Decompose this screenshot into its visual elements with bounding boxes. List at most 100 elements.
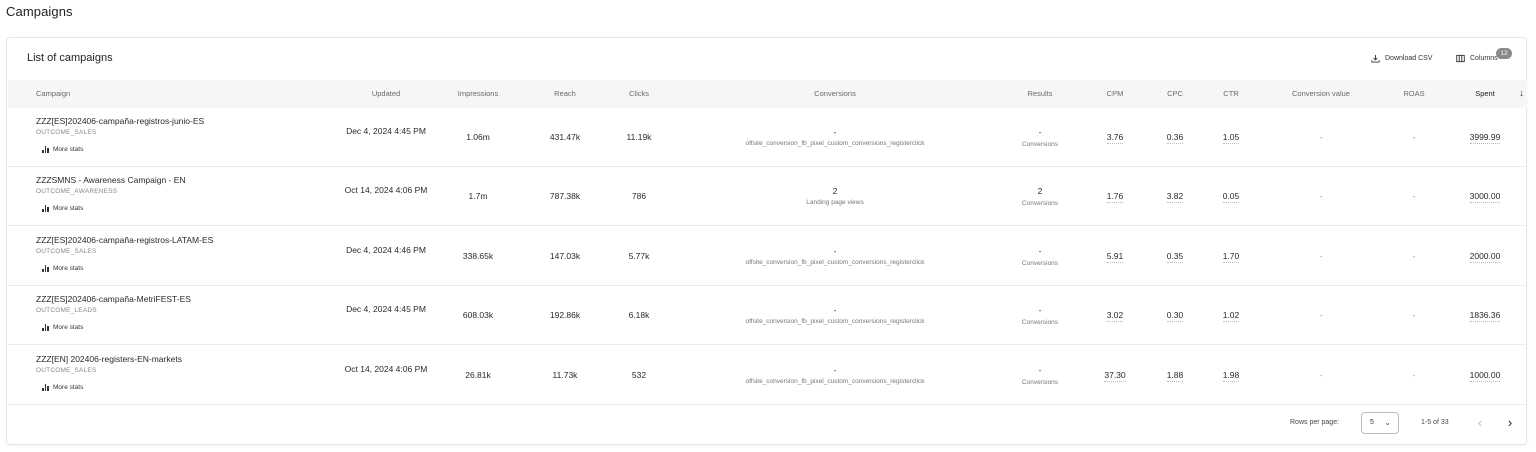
cell-ctr: 1.70 (1201, 250, 1261, 263)
header-cpm[interactable]: CPM (1085, 80, 1145, 108)
cell-results-type: Conversions (1021, 319, 1059, 327)
cell-reach: 11.73k (552, 369, 578, 380)
header-cpc[interactable]: CPC (1145, 80, 1205, 108)
campaign-name[interactable]: ZZZSMNS - Awareness Campaign - EN (36, 175, 186, 185)
table-row[interactable]: ZZZ[EN] 202406-registers-EN-markets OUTCO… (8, 346, 1527, 405)
download-csv-button[interactable]: Download CSV (1371, 54, 1432, 63)
chevron-down-icon: ⌄ (1384, 418, 1391, 427)
cell-cpc-value: 3.82 (1166, 191, 1184, 204)
cell-cpc-value: 0.36 (1166, 132, 1184, 144)
header-updated[interactable]: Updated (341, 80, 431, 108)
campaign-objective: OUTCOME_AWARENESS (36, 188, 118, 196)
cell-results-type: Conversions (1021, 259, 1059, 267)
arrow-down-icon[interactable]: ↓ (1519, 80, 1524, 108)
cell-roas: - (1412, 191, 1416, 202)
cell-cpm-value: 5.91 (1106, 250, 1124, 263)
table-row[interactable]: ZZZSMNS - Awareness Campaign - EN OUTCOME… (8, 167, 1527, 227)
chevron-left-icon[interactable]: ‹ (1472, 414, 1488, 432)
columns-button[interactable]: Columns (1456, 54, 1498, 63)
rows-per-page-value: 5 (1370, 419, 1374, 426)
cell-spent-value: 1836.36 (1469, 310, 1501, 323)
more-stats-link[interactable]: More stats (42, 205, 83, 213)
header-ctr[interactable]: CTR (1201, 80, 1261, 108)
header-impressions[interactable]: Impressions (448, 80, 508, 108)
cell-results: - (1038, 245, 1042, 256)
cell-cpc: 0.30 (1145, 310, 1205, 323)
table-row[interactable]: ZZZ[ES]202406-campaña-registros-LATAM-ES… (8, 227, 1527, 286)
cell-results: - (1038, 364, 1042, 375)
cell-updated: Oct 14, 2024 4:06 PM (344, 363, 428, 374)
more-stats-label: More stats (53, 264, 84, 272)
cell-ctr-value: 0.05 (1222, 191, 1240, 204)
cell-cpm-value: 37.30 (1104, 369, 1126, 382)
bar-chart-icon (42, 146, 49, 153)
header-campaign[interactable]: Campaign (36, 80, 156, 108)
more-stats-link[interactable]: More stats (42, 324, 84, 332)
header-spent[interactable]: Spent (1455, 80, 1515, 108)
table-row[interactable]: ZZZ[ES]202406-campaña-MetriFEST-ES OUTCOM… (8, 286, 1527, 346)
cell-cpc: 1.88 (1145, 369, 1205, 382)
rows-per-page-select[interactable]: 5 ⌄ (1361, 412, 1399, 434)
cell-reach: 147.03k (549, 250, 581, 261)
campaign-name[interactable]: ZZZ[EN] 202406-registers-EN-markets (36, 354, 182, 364)
campaigns-card: List of campaigns Download CSV Columns 1… (6, 37, 1527, 445)
cell-impressions: 338.65k (462, 250, 494, 261)
more-stats-link[interactable]: More stats (42, 383, 84, 391)
more-stats-link[interactable]: More stats (42, 146, 83, 153)
more-stats-label: More stats (53, 324, 84, 332)
cell-updated: Oct 14, 2024 4:06 PM (344, 185, 428, 196)
cell-ctr-value: 1.02 (1222, 310, 1240, 323)
cell-cpc: 0.36 (1145, 132, 1205, 144)
cell-cpm-value: 3.02 (1106, 310, 1124, 323)
cell-results: - (1038, 305, 1042, 316)
header-reach[interactable]: Reach (535, 80, 595, 108)
cell-conversion-value: - (1319, 132, 1323, 142)
cell-ctr: 1.98 (1201, 369, 1261, 382)
campaign-objective: OUTCOME_SALES (36, 366, 97, 374)
more-stats-label: More stats (53, 383, 84, 391)
cell-spent: 3999.99 (1455, 132, 1515, 144)
header-conversions[interactable]: Conversions (665, 80, 1005, 108)
bar-chart-icon (42, 205, 49, 213)
cell-impressions: 26.81k (465, 369, 491, 380)
cell-conversions-type: offsite_conversion_fb_pixel_custom_conve… (745, 258, 925, 266)
cell-cpm: 5.91 (1085, 250, 1145, 263)
table-footer: Rows per page: 5 ⌄ 1-5 of 33 ‹ › (8, 408, 1527, 438)
cell-ctr: 1.05 (1201, 132, 1261, 144)
cell-clicks: 11.19k (626, 132, 652, 142)
table-row[interactable]: ZZZ[ES]202406-campaña-registros-junio-ES… (8, 108, 1527, 167)
cell-cpm: 1.76 (1085, 191, 1145, 204)
cell-conversions: - (833, 245, 837, 256)
campaign-name[interactable]: ZZZ[ES]202406-campaña-registros-LATAM-ES (36, 235, 213, 245)
cell-clicks: 5.77k (628, 250, 650, 261)
cell-conversion-value: - (1319, 250, 1323, 261)
cell-results-type: Conversions (1021, 378, 1059, 386)
cell-ctr: 1.02 (1201, 310, 1261, 323)
header-conversion-value[interactable]: Conversion value (1271, 80, 1371, 108)
cell-results: 2 (1037, 186, 1043, 197)
columns-label: Columns (1470, 55, 1498, 62)
cell-reach: 431.47k (549, 132, 581, 142)
more-stats-link[interactable]: More stats (42, 264, 84, 272)
cell-roas: - (1412, 250, 1416, 261)
cell-conversions: 2 (832, 186, 838, 197)
pagination-range: 1-5 of 33 (1421, 419, 1449, 426)
cell-conversions: - (833, 127, 837, 137)
more-stats-label: More stats (53, 146, 84, 153)
columns-count-badge: 12 (1496, 48, 1512, 59)
cell-cpm-value: 1.76 (1106, 191, 1124, 204)
chevron-right-icon[interactable]: › (1502, 414, 1518, 432)
cell-cpm-value: 3.76 (1106, 132, 1124, 144)
campaign-name[interactable]: ZZZ[ES]202406-campaña-MetriFEST-ES (36, 294, 191, 304)
columns-icon (1456, 54, 1465, 63)
cell-spent-value: 1000.00 (1469, 369, 1501, 382)
cell-cpc: 3.82 (1145, 191, 1205, 204)
header-results[interactable]: Results (1010, 80, 1070, 108)
cell-ctr-value: 1.98 (1222, 369, 1240, 382)
cell-clicks: 6.18k (628, 310, 650, 321)
header-clicks[interactable]: Clicks (609, 80, 669, 108)
cell-cpc-value: 0.35 (1166, 250, 1184, 263)
header-roas[interactable]: ROAS (1384, 80, 1444, 108)
cell-updated: Dec 4, 2024 4:46 PM (346, 244, 426, 255)
campaign-name[interactable]: ZZZ[ES]202406-campaña-registros-junio-ES (36, 116, 204, 126)
